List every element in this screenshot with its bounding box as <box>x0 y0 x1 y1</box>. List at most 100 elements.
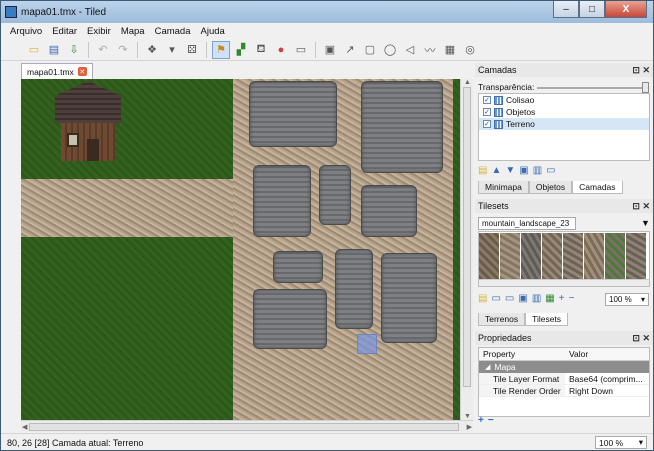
close-tab-icon[interactable]: ✕ <box>77 67 87 76</box>
float-close-icon[interactable]: ⊡ ✕ <box>632 333 650 344</box>
move-down-icon[interactable]: ▼ <box>505 165 515 176</box>
scroll-up-icon[interactable]: ▲ <box>464 79 471 86</box>
stamp-group-icon[interactable]: ❖ <box>143 41 161 59</box>
insert-tile-icon[interactable]: ▦ <box>441 41 459 59</box>
tileset-tile[interactable] <box>584 233 604 279</box>
property-row[interactable]: Tile Layer Format Base64 (comprim... <box>479 373 649 385</box>
menu-arquivo[interactable]: Arquivo <box>5 26 47 37</box>
edit-polygons-icon[interactable]: ↗ <box>341 41 359 59</box>
transparency-slider[interactable] <box>537 82 649 93</box>
zoom-out-icon[interactable]: − <box>569 293 575 304</box>
scroll-down-icon[interactable]: ▼ <box>464 413 471 420</box>
add-layer-icon[interactable]: ▤ <box>478 165 487 176</box>
insert-polyline-icon[interactable]: 〰 <box>421 41 439 59</box>
random-mode-icon[interactable]: ⚄ <box>183 41 201 59</box>
zoom-select[interactable]: 100 % ▾ <box>595 436 647 449</box>
menu-camada[interactable]: Camada <box>150 26 196 37</box>
column-value[interactable]: Valor <box>565 348 588 360</box>
tileset-tab[interactable]: mountain_landscape_23 <box>478 217 576 230</box>
menu-exibir[interactable]: Exibir <box>82 26 116 37</box>
tileset-view[interactable] <box>478 231 650 287</box>
title-bar[interactable]: mapa01.tmx - Tiled – □ X <box>1 1 653 23</box>
layer-item-objetos[interactable]: ✓ Objetos <box>479 106 649 118</box>
layers-panel-title: Camadas <box>478 65 517 75</box>
insert-rect-icon[interactable]: ▢ <box>361 41 379 59</box>
checkbox-icon[interactable]: ✓ <box>483 108 491 116</box>
property-row[interactable]: Tile Render Order Right Down <box>479 385 649 397</box>
menu-ajuda[interactable]: Ajuda <box>196 26 230 37</box>
column-property[interactable]: Property <box>479 348 565 360</box>
tab-minimapa[interactable]: Minimapa <box>478 181 529 194</box>
dropdown-arrow-icon[interactable]: ▾ <box>163 41 181 59</box>
add-property-icon[interactable]: + <box>478 415 484 426</box>
new-tileset-icon[interactable]: ▤ <box>478 293 487 304</box>
map-vertical-scrollbar[interactable]: ▲ ▼ <box>460 79 473 420</box>
tileset-zoom-select[interactable]: 100 % ▾ <box>605 293 649 306</box>
tileset-tile[interactable] <box>626 233 646 279</box>
save-icon[interactable]: ⇩ <box>65 41 83 59</box>
rect-select-icon[interactable]: ▭ <box>292 41 310 59</box>
stamp-brush-icon[interactable]: ⚑ <box>212 40 230 59</box>
open-icon[interactable]: ▤ <box>45 41 63 59</box>
insert-image-icon[interactable]: ◎ <box>461 41 479 59</box>
tileset-horizontal-scrollbar[interactable] <box>479 279 649 286</box>
scroll-right-icon[interactable]: ▶ <box>467 423 472 431</box>
map-canvas[interactable] <box>21 79 473 420</box>
tab-camadas[interactable]: Camadas <box>572 181 623 194</box>
delete-icon[interactable]: ▥ <box>533 165 542 176</box>
properties-icon[interactable]: ▣ <box>518 293 527 304</box>
layer-item-colisao[interactable]: ✓ Colisao <box>479 94 649 106</box>
scroll-left-icon[interactable]: ◀ <box>22 423 27 431</box>
property-value[interactable]: Base64 (comprim... <box>565 373 649 384</box>
checkbox-icon[interactable]: ✓ <box>483 96 491 104</box>
maximize-button[interactable]: □ <box>579 1 605 18</box>
select-objects-icon[interactable]: ▣ <box>321 41 339 59</box>
tab-objetos[interactable]: Objetos <box>528 181 573 194</box>
float-close-icon[interactable]: ⊡ ✕ <box>632 65 650 76</box>
insert-ellipse-icon[interactable]: ◯ <box>381 41 399 59</box>
remove-property-icon[interactable]: − <box>488 415 494 426</box>
export-icon[interactable]: ▭ <box>505 293 514 304</box>
move-up-icon[interactable]: ▲ <box>491 165 501 176</box>
vertical-scroll-thumb[interactable] <box>463 87 471 387</box>
properties-actions: + − <box>478 415 494 426</box>
property-value[interactable]: Right Down <box>565 385 649 396</box>
edit-terrain-icon[interactable]: ▦ <box>545 293 554 304</box>
delete-icon[interactable]: ▥ <box>532 293 541 304</box>
horizontal-scroll-thumb[interactable] <box>29 423 459 431</box>
tileset-tile[interactable] <box>479 233 499 279</box>
minimize-button[interactable]: – <box>553 1 579 18</box>
menu-editar[interactable]: Editar <box>47 26 82 37</box>
layer-item-terreno[interactable]: ✓ Terreno <box>479 118 649 130</box>
zoom-in-icon[interactable]: + <box>559 293 565 304</box>
tileset-tile[interactable] <box>542 233 562 279</box>
main-toolbar: ▭ ▤ ⇩ ↶ ↷ ❖ ▾ ⚄ ⚑ ▞ ⛾ ● ▭ ▣ ↗ ▢ ◯ ◁ 〰 ▦ … <box>1 39 653 61</box>
tab-terrenos[interactable]: Terrenos <box>478 313 526 326</box>
insert-polygon-icon[interactable]: ◁ <box>401 41 419 59</box>
new-map-icon[interactable]: ▭ <box>25 41 43 59</box>
tab-tilesets[interactable]: Tilesets <box>525 313 569 326</box>
toggle-others-icon[interactable]: ▭ <box>546 165 555 176</box>
menu-mapa[interactable]: Mapa <box>116 26 150 37</box>
bucket-fill-icon[interactable]: ⛾ <box>252 41 270 59</box>
tileset-tile[interactable] <box>521 233 541 279</box>
terrain-brush-icon[interactable]: ▞ <box>232 41 250 59</box>
map-horizontal-scrollbar[interactable]: ◀ ▶ <box>21 420 473 432</box>
undo-icon[interactable]: ↶ <box>94 41 112 59</box>
tileset-tile[interactable] <box>605 233 625 279</box>
close-button[interactable]: X <box>605 1 647 18</box>
tab-mapa01[interactable]: mapa01.tmx ✕ <box>21 63 93 79</box>
import-icon[interactable]: ▭ <box>491 293 500 304</box>
tileset-tile[interactable] <box>500 233 520 279</box>
property-group-mapa[interactable]: ◢ Mapa <box>479 361 649 373</box>
redo-icon[interactable]: ↷ <box>114 41 132 59</box>
expand-arrow-icon[interactable]: ◢ <box>485 363 490 371</box>
checkbox-icon[interactable]: ✓ <box>483 120 491 128</box>
toolbar-separator <box>315 41 316 58</box>
duplicate-icon[interactable]: ▣ <box>519 165 528 176</box>
slider-knob[interactable] <box>642 82 649 93</box>
tileset-tile[interactable] <box>563 233 583 279</box>
float-close-icon[interactable]: ⊡ ✕ <box>632 201 650 212</box>
tileset-menu-arrow-icon[interactable]: ▼ <box>641 218 650 228</box>
eraser-icon[interactable]: ● <box>272 41 290 59</box>
